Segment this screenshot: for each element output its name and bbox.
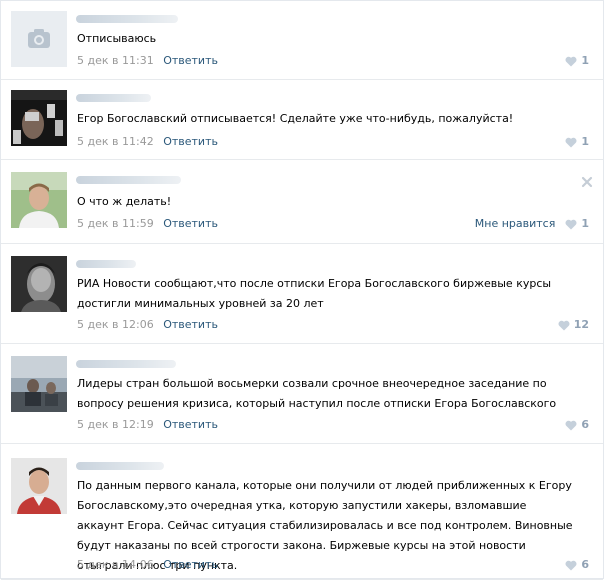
avatar-photo bbox=[11, 256, 67, 312]
author-name-redacted[interactable] bbox=[76, 462, 164, 470]
comment-date[interactable]: 5 дек в 11:31 bbox=[77, 54, 154, 67]
avatar-photo bbox=[11, 90, 67, 146]
like-count: 6 bbox=[581, 558, 589, 571]
comment-text: Егор Богославский отписывается! Сделайте… bbox=[77, 112, 514, 125]
like-count: 1 bbox=[581, 135, 589, 148]
reply-link[interactable]: Ответить bbox=[163, 135, 218, 148]
author-name-redacted[interactable] bbox=[76, 15, 178, 23]
like-count: 1 bbox=[581, 54, 589, 67]
heart-icon bbox=[565, 56, 577, 66]
like-label[interactable]: Мне нравится bbox=[475, 217, 556, 231]
comment-text: О что ж делать! bbox=[77, 195, 172, 208]
comment-date[interactable]: 5 дек в 14:06 bbox=[77, 558, 154, 571]
author-name-redacted[interactable] bbox=[76, 94, 151, 102]
heart-icon bbox=[565, 137, 577, 147]
like-button[interactable]: 12 bbox=[558, 318, 589, 332]
comment-item: Отписываюсь 5 дек в 11:31 Ответить 1 bbox=[1, 1, 603, 80]
avatar[interactable] bbox=[11, 11, 67, 67]
like-button[interactable]: 1 bbox=[565, 54, 589, 68]
comment-text: РИА Новости сообщают,что после отписки Е… bbox=[77, 277, 552, 310]
heart-icon bbox=[565, 560, 577, 570]
like-count: 12 bbox=[573, 318, 589, 331]
reply-link[interactable]: Ответить bbox=[163, 217, 218, 230]
comment-meta: 5 дек в 11:31 Ответить bbox=[77, 54, 218, 68]
heart-icon bbox=[565, 420, 577, 430]
reply-link[interactable]: Ответить bbox=[163, 418, 218, 431]
comment-meta: 5 дек в 12:06 Ответить bbox=[77, 318, 218, 332]
comment-item: О что ж делать! 5 дек в 11:59 Ответить М… bbox=[1, 160, 603, 244]
comment-date[interactable]: 5 дек в 11:42 bbox=[77, 135, 154, 148]
comment-item: РИА Новости сообщают,что после отписки Е… bbox=[1, 244, 603, 344]
comment-meta: 5 дек в 12:19 Ответить bbox=[77, 418, 218, 432]
comment-meta: 5 дек в 14:06 Ответить bbox=[77, 558, 218, 572]
camera-icon bbox=[28, 29, 50, 48]
close-icon[interactable] bbox=[581, 176, 593, 188]
avatar-photo bbox=[11, 172, 67, 228]
author-name-redacted[interactable] bbox=[76, 260, 136, 268]
comment-item: Егор Богославский отписывается! Сделайте… bbox=[1, 80, 603, 160]
comment-item: По данным первого канала, которые они по… bbox=[1, 444, 603, 580]
like-button[interactable]: 6 bbox=[565, 558, 589, 572]
avatar[interactable] bbox=[11, 90, 67, 146]
comment-text: Лидеры стран большой восьмерки созвали с… bbox=[77, 377, 557, 410]
like-count: 6 bbox=[581, 418, 589, 431]
comment-item: Лидеры стран большой восьмерки созвали с… bbox=[1, 344, 603, 444]
author-name-redacted[interactable] bbox=[76, 360, 176, 368]
avatar[interactable] bbox=[11, 256, 67, 312]
like-button[interactable]: Мне нравится 1 bbox=[475, 217, 589, 231]
avatar[interactable] bbox=[11, 458, 67, 514]
reply-link[interactable]: Ответить bbox=[163, 318, 218, 331]
comment-date[interactable]: 5 дек в 12:19 bbox=[77, 418, 154, 431]
avatar[interactable] bbox=[11, 356, 67, 412]
like-count: 1 bbox=[581, 217, 589, 230]
comment-meta: 5 дек в 11:42 Ответить bbox=[77, 135, 218, 149]
avatar-photo bbox=[11, 458, 67, 514]
comment-meta: 5 дек в 11:59 Ответить bbox=[77, 217, 218, 231]
heart-icon bbox=[558, 320, 570, 330]
heart-icon bbox=[565, 219, 577, 229]
comment-date[interactable]: 5 дек в 12:06 bbox=[77, 318, 154, 331]
like-button[interactable]: 6 bbox=[565, 418, 589, 432]
avatar[interactable] bbox=[11, 172, 67, 228]
reply-link[interactable]: Ответить bbox=[163, 558, 218, 571]
like-button[interactable]: 1 bbox=[565, 135, 589, 149]
reply-link[interactable]: Ответить bbox=[163, 54, 218, 67]
comment-date[interactable]: 5 дек в 11:59 bbox=[77, 217, 154, 230]
avatar-photo bbox=[11, 356, 67, 412]
comment-text: Отписываюсь bbox=[77, 32, 157, 45]
author-name-redacted[interactable] bbox=[76, 176, 181, 184]
